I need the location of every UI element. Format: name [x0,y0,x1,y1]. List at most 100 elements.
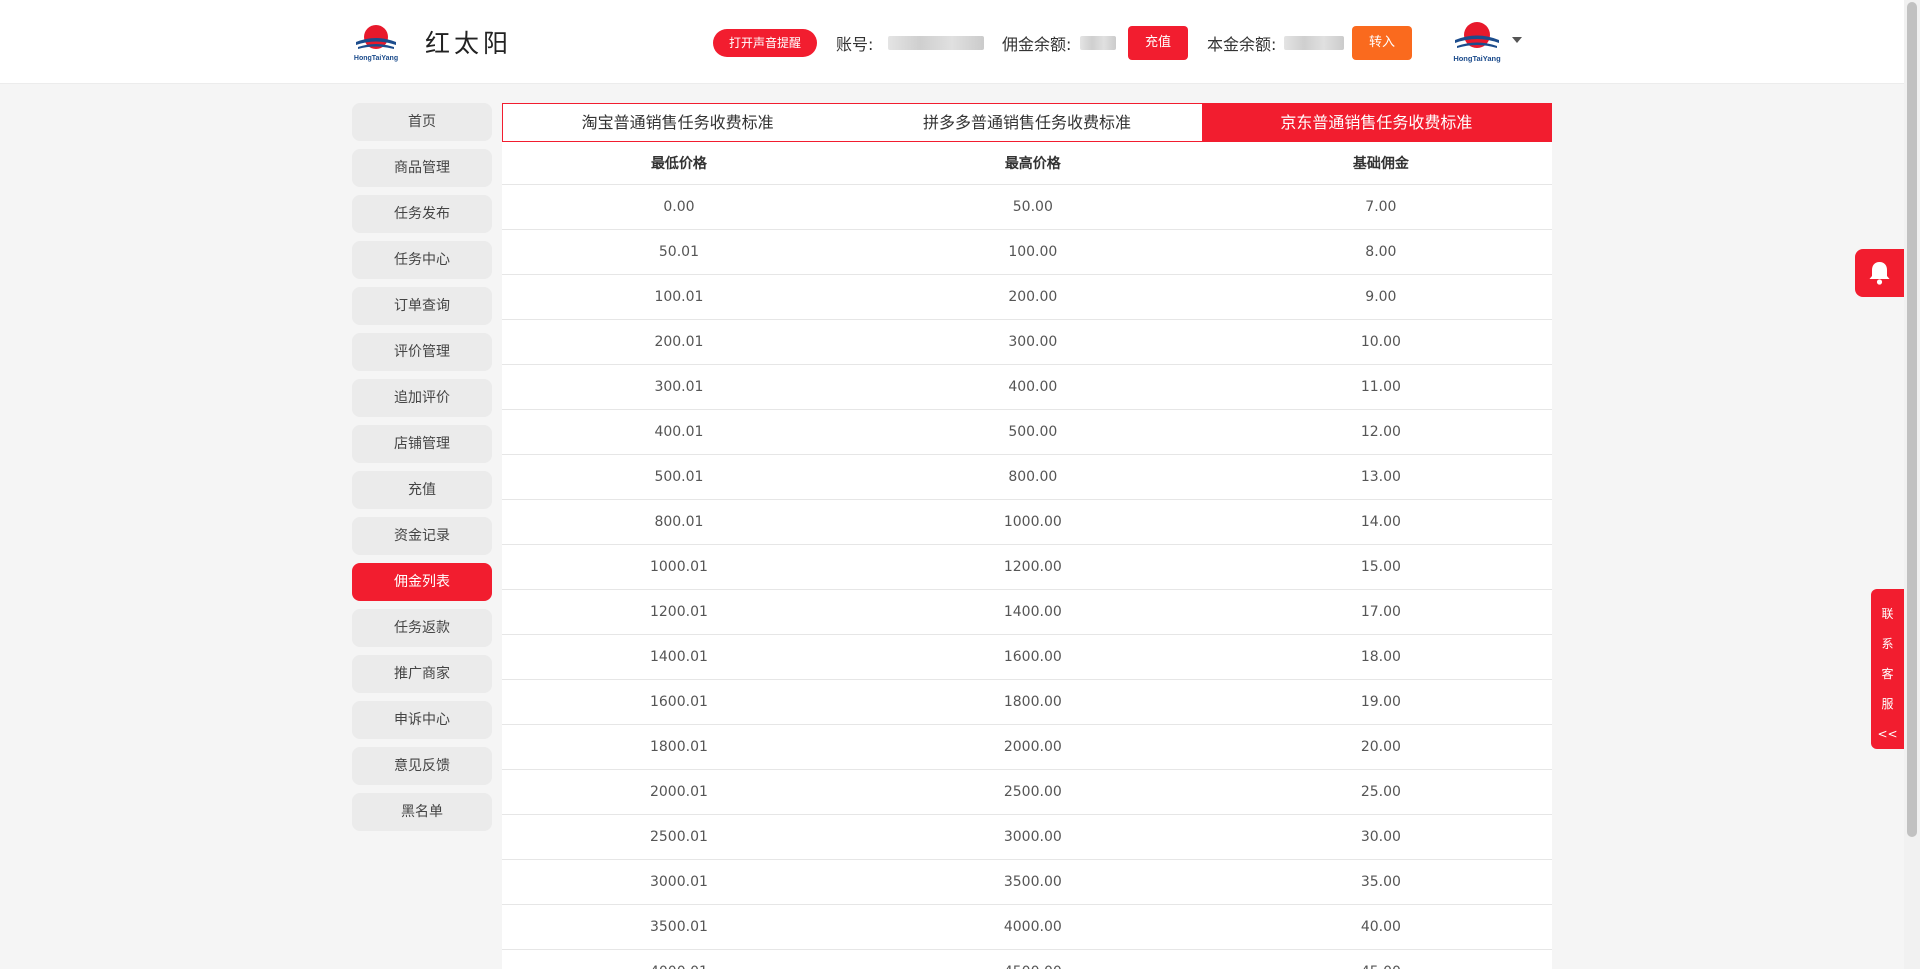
page-scrollbar-thumb[interactable] [1907,2,1917,837]
tab-fee-standard[interactable]: 淘宝普通销售任务收费标准 [503,104,852,141]
table-cell: 18.00 [1209,634,1552,680]
sidebar-item[interactable]: 推广商家 [352,655,492,693]
sidebar-item[interactable]: 资金记录 [352,517,492,555]
table-cell: 50.00 [855,184,1210,230]
table-cell: 1200.01 [502,589,856,635]
table-cell: 300.01 [502,364,856,410]
table-row: 3500.01 4000.00 40.00 [502,904,1552,950]
sidebar-item[interactable]: 店铺管理 [352,425,492,463]
table-cell: 2500.01 [502,814,856,860]
table-cell: 30.00 [1209,814,1552,860]
table-cell: 3500.01 [502,904,856,950]
table-header-row: 最低价格 最高价格 基础佣金 [502,142,1552,185]
account-label: 账号: [836,35,874,54]
table-cell: 500.01 [502,454,856,500]
principal-balance-masked [1284,36,1344,50]
sidebar-item[interactable]: 商品管理 [352,149,492,187]
tab-fee-standard[interactable]: 拼多多普通销售任务收费标准 [852,104,1201,141]
recharge-button[interactable]: 充值 [1128,26,1188,60]
svg-text:HongTaiYang: HongTaiYang [1453,54,1501,63]
table-cell: 1800.00 [855,679,1210,725]
sidebar-item[interactable]: 申诉中心 [352,701,492,739]
table-cell: 100.00 [855,229,1210,275]
commission-table: 最低价格 最高价格 基础佣金 0.00 50.00 7.00 50.01 100.00 8… [502,142,1552,969]
table-cell: 25.00 [1209,769,1552,815]
table-cell: 0.00 [502,184,856,230]
table-cell: 11.00 [1209,364,1552,410]
account-value-masked [888,36,984,50]
sidebar-item[interactable]: 任务返款 [352,609,492,647]
table-row: 1400.01 1600.00 18.00 [502,634,1552,680]
table-cell: 4000.00 [855,904,1210,950]
table-row: 2000.01 2500.00 25.00 [502,769,1552,815]
brand-logo[interactable]: HongTaiYang [350,20,402,62]
table-row: 800.01 1000.00 14.00 [502,499,1552,545]
col-header-max-price: 最高价格 [855,142,1210,185]
table-cell: 1000.00 [855,499,1210,545]
table-cell: 3000.01 [502,859,856,905]
table-cell: 8.00 [1209,229,1552,275]
table-cell: 3500.00 [855,859,1210,905]
table-cell: 1400.01 [502,634,856,680]
table-cell: 1000.01 [502,544,856,590]
contact-service-char: << [1877,727,1898,741]
sidebar-item[interactable]: 黑名单 [352,793,492,831]
table-cell: 9.00 [1209,274,1552,320]
table-cell: 1800.01 [502,724,856,770]
table-cell: 1200.00 [855,544,1210,590]
sidebar-item[interactable]: 充值 [352,471,492,509]
table-row: 1000.01 1200.00 15.00 [502,544,1552,590]
sidebar-item[interactable]: 任务发布 [352,195,492,233]
table-row: 300.01 400.00 11.00 [502,364,1552,410]
col-header-base-commission: 基础佣金 [1209,142,1552,185]
table-cell: 1400.00 [855,589,1210,635]
enable-sound-alert-button[interactable]: 打开声音提醒 [713,29,818,57]
sidebar-item[interactable]: 意见反馈 [352,747,492,785]
contact-service-char: 系 [1881,637,1894,651]
table-row: 1200.01 1400.00 17.00 [502,589,1552,635]
notification-button[interactable] [1855,249,1904,297]
svg-text:HongTaiYang: HongTaiYang [354,55,398,62]
principal-balance-label: 本金余额: [1207,35,1277,54]
table-row: 0.00 50.00 7.00 [502,184,1552,230]
contact-service-tab[interactable]: 联系客服 << [1871,589,1904,749]
table-cell: 12.00 [1209,409,1552,455]
sidebar-nav: 首页商品管理任务发布任务中心订单查询评价管理追加评价店铺管理充值资金记录佣金列表… [352,103,492,839]
user-avatar[interactable]: HongTaiYang [1447,18,1507,64]
table-row: 1800.01 2000.00 20.00 [502,724,1552,770]
table-cell: 100.01 [502,274,856,320]
caret-down-icon[interactable] [1512,37,1522,43]
table-cell: 200.01 [502,319,856,365]
tab-fee-standard[interactable]: 京东普通销售任务收费标准 [1201,104,1551,141]
table-cell: 15.00 [1209,544,1552,590]
table-cell: 13.00 [1209,454,1552,500]
table-cell: 400.00 [855,364,1210,410]
table-cell: 800.01 [502,499,856,545]
table-cell: 2000.01 [502,769,856,815]
sidebar-item[interactable]: 评价管理 [352,333,492,371]
table-cell: 4500.00 [855,949,1210,969]
sidebar-item[interactable]: 任务中心 [352,241,492,279]
table-cell: 17.00 [1209,589,1552,635]
contact-service-char: 联 [1881,607,1894,621]
fee-standard-tabs: 淘宝普通销售任务收费标准 拼多多普通销售任务收费标准 京东普通销售任务收费标准 [502,103,1552,142]
sidebar-item[interactable]: 订单查询 [352,287,492,325]
table-cell: 300.00 [855,319,1210,365]
brand-name: 红太阳 [425,29,513,58]
table-cell: 4000.01 [502,949,856,969]
top-header: HongTaiYang 红太阳 打开声音提醒 账号: 佣金余额: 充值 本金余额… [0,0,1904,84]
sidebar-item[interactable]: 追加评价 [352,379,492,417]
table-row: 3000.01 3500.00 35.00 [502,859,1552,905]
contact-service-char: 客 [1881,667,1894,681]
table-cell: 2000.00 [855,724,1210,770]
table-cell: 50.01 [502,229,856,275]
sidebar-item[interactable]: 佣金列表 [352,563,492,601]
table-cell: 500.00 [855,409,1210,455]
transfer-in-button[interactable]: 转入 [1352,26,1412,60]
table-cell: 14.00 [1209,499,1552,545]
table-row: 200.01 300.00 10.00 [502,319,1552,365]
table-cell: 3000.00 [855,814,1210,860]
sidebar-item[interactable]: 首页 [352,103,492,141]
table-cell: 2500.00 [855,769,1210,815]
main-content: 淘宝普通销售任务收费标准 拼多多普通销售任务收费标准 京东普通销售任务收费标准 最低… [502,103,1552,969]
